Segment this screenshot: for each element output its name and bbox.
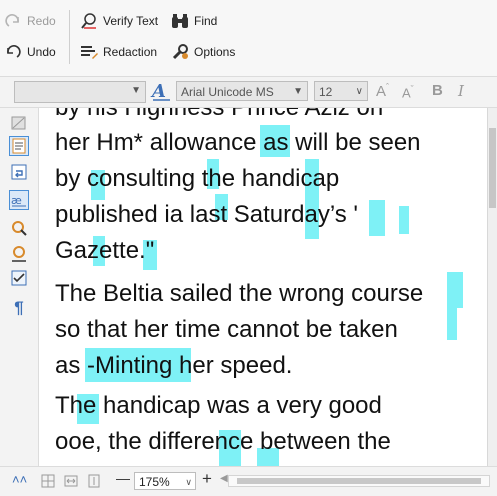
shrink-font-button[interactable]: Aˇ (402, 84, 414, 100)
fit-width-icon[interactable] (63, 473, 79, 494)
italic-button[interactable]: I (458, 82, 464, 100)
zoom-select[interactable]: 175% ∨ (134, 472, 196, 490)
zoom-value: 175% (139, 475, 170, 489)
redo-button[interactable]: Redo (4, 10, 56, 32)
svg-text:æ: æ (11, 194, 22, 207)
svg-text:A: A (150, 81, 166, 102)
text-line: by his Highness Prince Aziz on (55, 108, 383, 126)
character-tool-icon[interactable]: æ (9, 190, 29, 210)
text-line: so that her time cannot be taken (55, 316, 398, 343)
chevron-down-icon: ∨ (355, 86, 363, 97)
redaction-label: Redaction (103, 45, 158, 59)
options-label: Options (194, 45, 236, 59)
redaction-icon (80, 43, 98, 61)
verify-text-button[interactable]: Verify Text (80, 10, 158, 32)
font-family-select[interactable]: Arial Unicode MS ▼ (176, 81, 308, 101)
chevron-down-icon: ▼ (131, 85, 141, 96)
horizontal-scrollbar[interactable] (228, 475, 490, 487)
style-select[interactable]: ▼ (14, 81, 146, 103)
grow-font-icon: A (376, 83, 387, 100)
text-line: her Hm* allowance as will be seen (55, 129, 421, 156)
text-line: Gazette." (55, 237, 155, 264)
fit-height-icon[interactable] (86, 473, 102, 494)
checklist-tool-icon[interactable] (9, 268, 29, 288)
eraser-tool-icon[interactable] (9, 113, 29, 133)
bold-button[interactable]: B (432, 82, 443, 99)
find-button[interactable]: Find (171, 10, 217, 32)
font-size-value: 12 (319, 85, 333, 99)
fit-page-icon[interactable] (40, 473, 56, 494)
text-edit-tool-icon[interactable] (9, 136, 29, 156)
verify-text-label: Verify Text (103, 14, 159, 28)
format-toolbar: ▼ A Arial Unicode MS ▼ 12 ∨ Aˆ Aˇ B I (0, 77, 497, 108)
wrench-icon (171, 43, 189, 61)
text-line: ooe, the difference between the (55, 428, 391, 455)
verify-tool-icon[interactable] (9, 244, 29, 264)
reflow-tool-icon[interactable] (9, 162, 29, 182)
text-line: by consulting the handicap (55, 165, 340, 192)
highlight-marker (369, 200, 385, 236)
chevron-down-icon: ∨ (185, 477, 192, 487)
ribbon-toolbar: Redo Undo Verify Text Redaction Find Opt… (0, 0, 497, 77)
undo-icon (4, 43, 22, 61)
scrollbar-thumb[interactable] (237, 478, 481, 484)
undo-label: Undo (27, 45, 56, 59)
verify-text-icon (80, 12, 98, 30)
status-bar: ˄˄ — 175% ∨ + ◀ (0, 466, 497, 496)
options-button[interactable]: Options (171, 41, 235, 63)
redo-icon (4, 12, 22, 30)
ribbon-divider (69, 10, 70, 64)
text-line: as -Minting her speed. (55, 352, 293, 379)
grow-font-button[interactable]: Aˆ (376, 82, 389, 100)
binoculars-icon (171, 12, 189, 30)
scroll-left-icon[interactable]: ◀ (220, 473, 228, 484)
font-size-select[interactable]: 12 ∨ (314, 81, 368, 101)
redaction-button[interactable]: Redaction (80, 41, 157, 63)
text-line: The Beltia sailed the wrong course (55, 280, 424, 307)
text-line: The handicap was a very good (55, 392, 382, 419)
redo-label: Redo (27, 14, 56, 28)
search-replace-tool-icon[interactable] (9, 218, 29, 238)
collapse-up-icon[interactable]: ˄˄ (12, 472, 27, 487)
paragraph-icon[interactable]: ¶ (9, 298, 29, 318)
undo-button[interactable]: Undo (4, 41, 56, 63)
highlight-marker (447, 272, 463, 308)
shrink-font-icon: A (402, 85, 411, 101)
font-family-value: Arial Unicode MS (181, 85, 274, 99)
scrollbar-thumb[interactable] (489, 128, 496, 208)
chevron-down-icon: ▼ (293, 86, 303, 97)
zoom-out-button[interactable]: — (116, 470, 130, 486)
text-line: published ia last Saturday’s ' (55, 201, 358, 228)
tool-strip: æ ¶ (0, 108, 39, 466)
zoom-in-button[interactable]: + (202, 469, 212, 489)
highlight-marker (447, 308, 457, 340)
highlight-marker (399, 206, 409, 234)
font-icon[interactable]: A (150, 80, 174, 102)
document-view[interactable]: by his Highness Prince Aziz on her Hm* a… (39, 108, 487, 466)
find-label: Find (194, 14, 218, 28)
vertical-scrollbar[interactable] (487, 108, 497, 466)
